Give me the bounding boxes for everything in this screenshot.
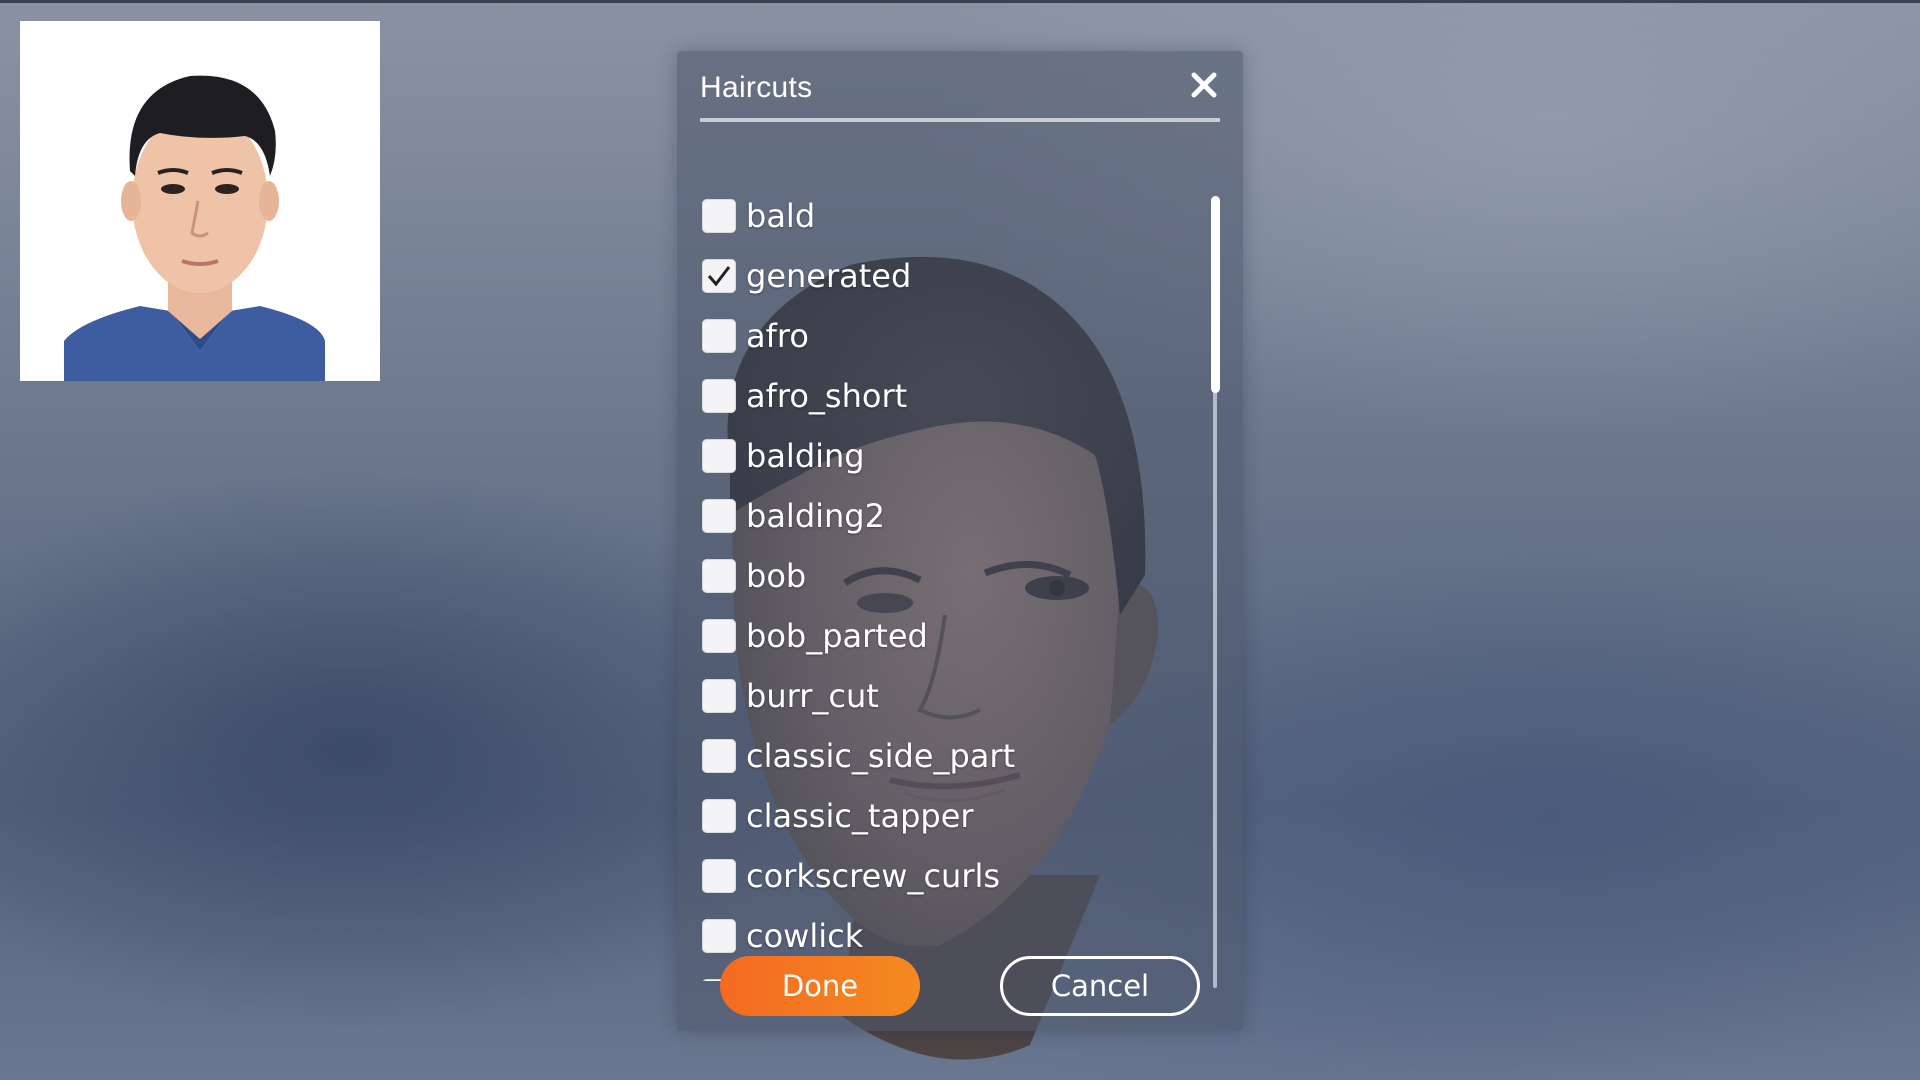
item-label: bob xyxy=(746,557,807,595)
checkbox[interactable] xyxy=(702,679,736,713)
checkbox[interactable] xyxy=(702,799,736,833)
item-label: bob_parted xyxy=(746,617,928,655)
item-label: classic_side_part xyxy=(746,737,1016,775)
checkbox[interactable] xyxy=(702,319,736,353)
checkbox[interactable] xyxy=(702,259,736,293)
app-stage: Haircuts bald generated afro afro_short … xyxy=(0,0,1920,1080)
item-label: afro xyxy=(746,317,809,355)
checkbox[interactable] xyxy=(702,919,736,953)
item-label: bald xyxy=(746,197,816,235)
item-label: cowlick xyxy=(746,917,864,955)
checkbox[interactable] xyxy=(702,619,736,653)
checkbox[interactable] xyxy=(702,739,736,773)
check-icon xyxy=(707,266,731,287)
dialog-title: Haircuts xyxy=(700,71,813,104)
close-icon xyxy=(1191,72,1217,98)
checkbox[interactable] xyxy=(702,379,736,413)
checkbox[interactable] xyxy=(702,499,736,533)
item-label: balding2 xyxy=(746,497,885,535)
list-item-balding2[interactable]: balding2 xyxy=(702,486,1182,546)
list-item-bob-parted[interactable]: bob_parted xyxy=(702,606,1182,666)
item-label: corkscrew_curls xyxy=(746,857,1001,895)
list-item-classic-tapper[interactable]: classic_tapper xyxy=(702,786,1182,846)
haircut-list[interactable]: bald generated afro afro_short balding b… xyxy=(702,139,1192,981)
dialog-header: Haircuts xyxy=(700,51,1220,122)
item-label: afro_short xyxy=(746,377,908,415)
list-item-classic-side-part[interactable]: classic_side_part xyxy=(702,726,1182,786)
cancel-button[interactable]: Cancel xyxy=(1000,956,1200,1016)
close-button[interactable] xyxy=(1184,65,1224,105)
item-label: classic_tapper xyxy=(746,797,974,835)
item-label: burr_cut xyxy=(746,677,879,715)
done-button[interactable]: Done xyxy=(720,956,920,1016)
list-item-corkscrew-curls[interactable]: corkscrew_curls xyxy=(702,846,1182,906)
checkbox[interactable] xyxy=(702,559,736,593)
list-item-bob[interactable]: bob xyxy=(702,546,1182,606)
checkbox[interactable] xyxy=(702,439,736,473)
item-label: generated xyxy=(746,257,912,295)
top-edge xyxy=(0,0,1920,3)
list-item-burr-cut[interactable]: burr_cut xyxy=(702,666,1182,726)
list-item-generated[interactable]: generated xyxy=(702,246,1182,306)
item-label: balding xyxy=(746,437,865,475)
checkbox[interactable] xyxy=(702,859,736,893)
scrollbar-thumb[interactable] xyxy=(1211,196,1220,393)
list-item-afro[interactable]: afro xyxy=(702,306,1182,366)
list-item-balding[interactable]: balding xyxy=(702,426,1182,486)
reference-photo xyxy=(20,21,380,381)
list-item-afro-short[interactable]: afro_short xyxy=(702,366,1182,426)
checkbox[interactable] xyxy=(702,199,736,233)
list-item-bald[interactable]: bald xyxy=(702,186,1182,246)
haircuts-dialog: Haircuts bald generated afro afro_short … xyxy=(677,51,1243,1031)
